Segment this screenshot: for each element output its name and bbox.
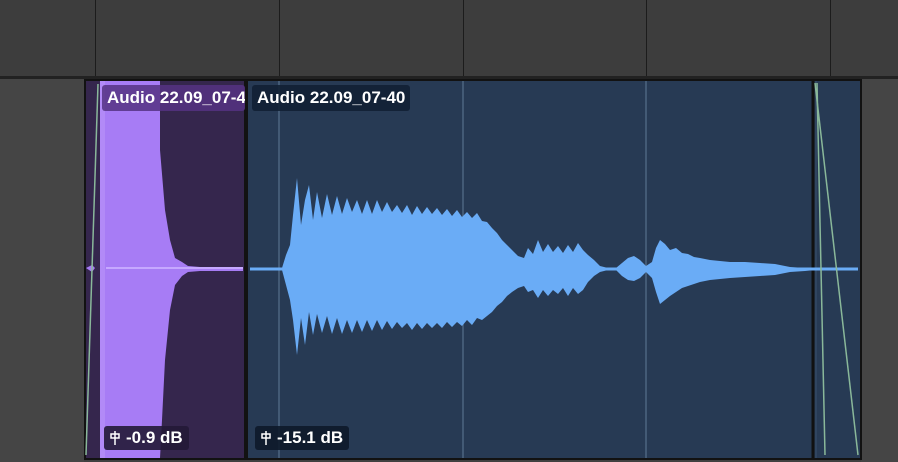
- fader-icon[interactable]: [104, 426, 126, 450]
- waveform-layer: [85, 81, 859, 458]
- clip-2-title[interactable]: Audio 22.09_07-40: [252, 85, 411, 111]
- waveform-clip-2: [250, 178, 858, 355]
- waveform-clip-1: [86, 81, 243, 458]
- clip-1-gain-value: -0.9 dB: [126, 428, 183, 447]
- clip-2-gain-value: -15.1 dB: [277, 428, 344, 447]
- clip-1-gain[interactable]: -0.9 dB: [104, 426, 189, 450]
- fader-icon[interactable]: [255, 426, 277, 450]
- clip-2-gain[interactable]: -15.1 dB: [255, 426, 350, 450]
- clip-1-title[interactable]: Audio 22.09_07-40: [102, 85, 245, 111]
